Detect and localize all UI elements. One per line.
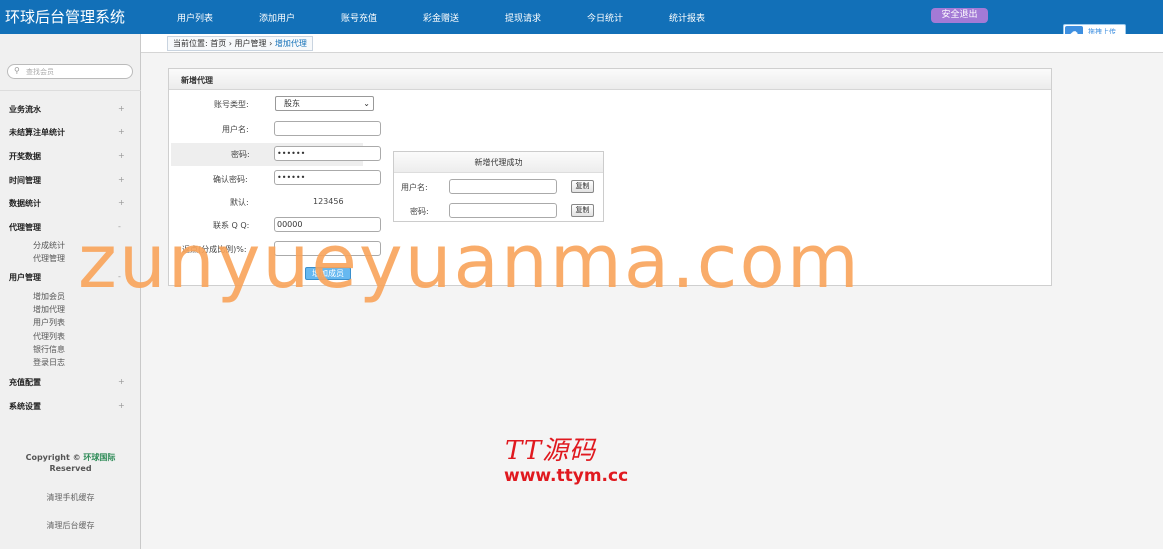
submenu-agent-manage[interactable]: 代理管理 <box>33 253 65 264</box>
account-type-label: 账号类型: <box>214 100 249 109</box>
success-panel: 新增代理成功 用户名: 复制 密码: 复制 <box>393 151 604 222</box>
copyright: Copyright © 环球国际 Reserved <box>0 452 141 474</box>
nav-bonus[interactable]: 彩金赠送 <box>423 11 459 24</box>
watermark-text: zunyueyuanma.com <box>78 219 861 305</box>
expand-icon[interactable]: + <box>118 151 125 160</box>
logout-button[interactable]: 安全退出 <box>931 8 988 23</box>
expand-icon[interactable]: + <box>118 127 125 136</box>
member-search-input[interactable]: ⚲ 查找会员 <box>7 64 133 79</box>
breadcrumb-bar: 当前位置: 首页 › 用户管理 › 增加代理 <box>141 34 1163 53</box>
breadcrumb-prefix: 当前位置: <box>173 39 208 48</box>
app-title: 环球后台管理系统 <box>5 8 126 26</box>
breadcrumb-current: 增加代理 <box>274 39 307 48</box>
menu-agent[interactable]: 代理管理 <box>9 222 41 233</box>
menu-user[interactable]: 用户管理 <box>9 272 41 283</box>
default-label: 默认: <box>230 198 249 207</box>
password-input[interactable]: •••••• <box>274 146 381 161</box>
success-username-field[interactable] <box>449 179 557 194</box>
copy-username-button[interactable]: 复制 <box>571 180 594 193</box>
confirm-password-label: 确认密码: <box>213 175 248 184</box>
search-icon: ⚲ <box>14 66 20 75</box>
copy-password-button[interactable]: 复制 <box>571 204 594 217</box>
submenu-add-member[interactable]: 增加会员 <box>33 291 65 302</box>
confirm-password-input[interactable]: •••••• <box>274 170 381 185</box>
chevron-right-icon: › <box>269 39 273 48</box>
submenu-login-log[interactable]: 登录日志 <box>33 357 65 368</box>
nav-reports[interactable]: 统计报表 <box>669 11 705 24</box>
breadcrumb-home[interactable]: 首页 <box>210 39 226 48</box>
username-input[interactable] <box>274 121 381 136</box>
copyright-prefix: Copyright © <box>25 453 81 462</box>
password-label: 密码: <box>231 150 250 159</box>
watermark-logo: TT源码 <box>505 436 597 466</box>
breadcrumb-user-manage[interactable]: 用户管理 <box>235 39 267 48</box>
breadcrumb: 当前位置: 首页 › 用户管理 › 增加代理 <box>167 36 313 51</box>
account-type-value: 股东 <box>284 99 300 108</box>
submenu-bank-info[interactable]: 银行信息 <box>33 344 65 355</box>
menu-unsettled[interactable]: 未结算注单统计 <box>9 127 65 138</box>
account-type-select[interactable]: 股东 ⌄ <box>275 96 374 111</box>
expand-icon[interactable]: + <box>118 175 125 184</box>
nav-recharge[interactable]: 账号充值 <box>341 11 377 24</box>
menu-business-flow[interactable]: 业务流水 <box>9 104 41 115</box>
success-password-field[interactable] <box>449 203 557 218</box>
success-title: 新增代理成功 <box>394 152 603 173</box>
expand-icon[interactable]: + <box>118 377 125 386</box>
copyright-suffix: Reserved <box>49 464 92 473</box>
copyright-company: 环球国际 <box>83 453 116 462</box>
clear-admin-cache-link[interactable]: 清理后台缓存 <box>0 520 141 531</box>
nav-today-stats[interactable]: 今日统计 <box>587 11 623 24</box>
search-placeholder: 查找会员 <box>26 68 54 76</box>
panel-header: 新增代理 <box>169 69 1051 90</box>
submenu-add-agent[interactable]: 增加代理 <box>33 304 65 315</box>
chevron-down-icon: ⌄ <box>363 99 370 108</box>
expand-icon[interactable]: + <box>118 104 125 113</box>
submenu-agent-list[interactable]: 代理列表 <box>33 331 65 342</box>
expand-icon[interactable]: + <box>118 401 125 410</box>
success-username-label: 用户名: <box>401 183 428 192</box>
menu-recharge-config[interactable]: 充值配置 <box>9 377 41 388</box>
panel-title: 新增代理 <box>181 76 213 85</box>
clear-mobile-cache-link[interactable]: 清理手机缓存 <box>0 492 141 503</box>
submenu-user-list[interactable]: 用户列表 <box>33 317 65 328</box>
menu-stats[interactable]: 数据统计 <box>9 198 41 209</box>
top-bar: 环球后台管理系统 用户列表 添加用户 账号充值 彩金赠送 提现请求 今日统计 统… <box>0 0 1163 34</box>
submenu-share-stats[interactable]: 分成统计 <box>33 240 65 251</box>
divider <box>0 90 141 91</box>
nav-user-list[interactable]: 用户列表 <box>177 11 213 24</box>
watermark-url: www.ttym.cc <box>504 466 629 486</box>
expand-icon[interactable]: + <box>118 198 125 207</box>
nav-add-user[interactable]: 添加用户 <box>259 11 295 24</box>
default-value: 123456 <box>313 197 344 206</box>
menu-time[interactable]: 时间管理 <box>9 175 41 186</box>
chevron-right-icon: › <box>228 39 232 48</box>
menu-lottery-data[interactable]: 开奖数据 <box>9 151 41 162</box>
success-password-label: 密码: <box>410 207 429 216</box>
nav-withdraw[interactable]: 提现请求 <box>505 11 541 24</box>
username-label: 用户名: <box>222 125 249 134</box>
menu-system-settings[interactable]: 系统设置 <box>9 401 41 412</box>
